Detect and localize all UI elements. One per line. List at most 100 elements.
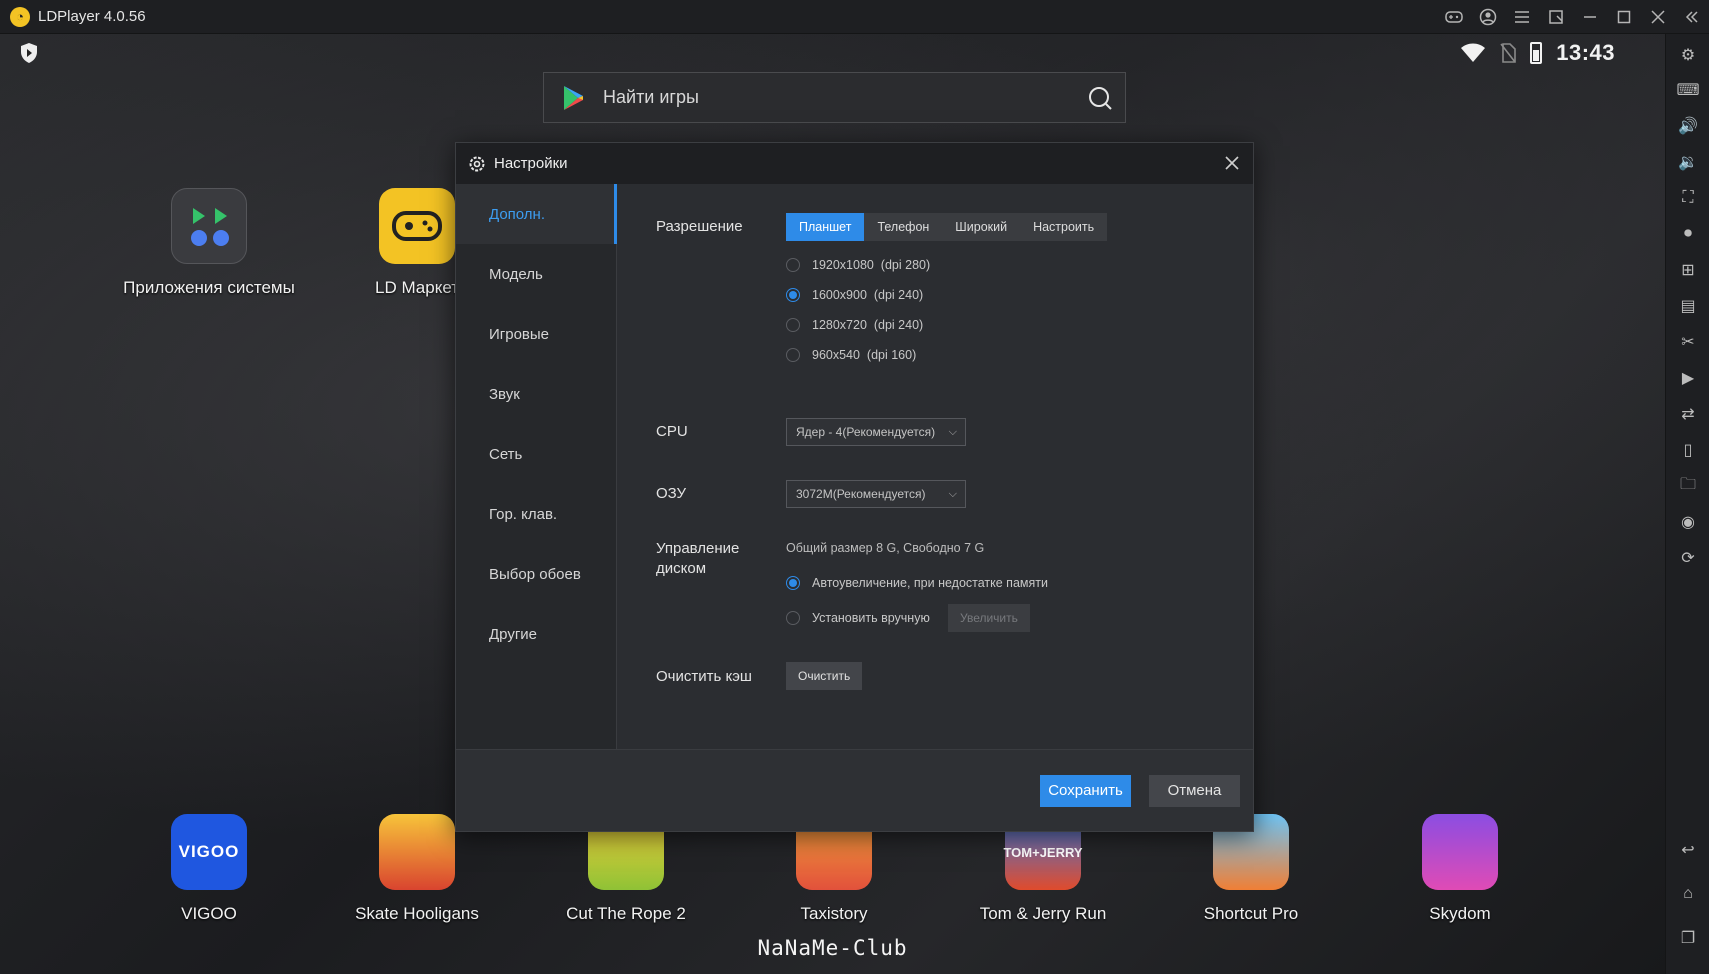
back-icon[interactable]: ↩ (1676, 838, 1700, 862)
radio-button[interactable] (786, 611, 800, 625)
radio-button-selected[interactable] (786, 288, 800, 302)
nav-hotkeys[interactable]: Гор. клав. (456, 484, 616, 544)
resolution-option-label: 960x540 (dpi 160) (812, 348, 917, 362)
nav-game[interactable]: Игровые (456, 304, 616, 364)
gamepad-icon[interactable] (1437, 0, 1471, 34)
volume-up-icon[interactable]: 🔊 (1676, 114, 1700, 138)
settings-dialog: Настройки Дополн. Модель Игровые Звук Се… (455, 142, 1254, 832)
ld-market-icon (379, 188, 455, 264)
sync-icon[interactable]: ⇄ (1676, 402, 1700, 426)
nav-sound[interactable]: Звук (456, 364, 616, 424)
nav-wallpaper[interactable]: Выбор обоев (456, 544, 616, 604)
app-skydom[interactable]: Skydom (1370, 814, 1550, 924)
disk-auto-label: Автоувеличение, при недостатке памяти (812, 576, 1048, 590)
battery-icon (1530, 42, 1543, 64)
cpu-select[interactable]: Ядер - 4(Рекомендуется) ⌵ (786, 418, 966, 446)
disk-label: Управление диском (656, 539, 739, 579)
keyboard-icon[interactable]: ⌨ (1676, 78, 1700, 102)
wifi-icon (1461, 43, 1486, 62)
cancel-button[interactable]: Отмена (1149, 775, 1240, 807)
recent-apps-icon[interactable]: ❐ (1676, 926, 1700, 950)
skate-hooligans-icon (379, 814, 455, 890)
add-multi-icon[interactable]: ⊞ (1676, 258, 1700, 282)
search-placeholder: Найти игры (603, 87, 699, 107)
rotate-icon[interactable]: ⟳ (1676, 546, 1700, 570)
ldplayer-logo-icon: ◔ (10, 6, 30, 27)
app-label: Cut The Rope 2 (566, 904, 686, 923)
settings-icon (469, 156, 485, 171)
app-label: Skydom (1429, 904, 1491, 923)
radio-button-selected[interactable] (786, 576, 800, 590)
disk-info: Общий размер 8 G, Свободно 7 G (786, 541, 985, 555)
ram-select[interactable]: 3072M(Рекомендуется) ⌵ (786, 480, 966, 508)
tab-phone[interactable]: Телефон (864, 213, 942, 241)
watermark-text: NaNaMe-Club (757, 936, 908, 960)
app-vigoo[interactable]: VIGOO VIGOO (119, 814, 299, 924)
ram-select-value: 3072M(Рекомендуется) (796, 487, 926, 501)
dialog-footer: Сохранить Отмена (456, 749, 1253, 831)
close-icon[interactable] (1221, 152, 1243, 174)
settings-nav: Дополн. Модель Игровые Звук Сеть Гор. кл… (456, 184, 617, 749)
close-window-icon[interactable] (1641, 0, 1675, 34)
menu-icon[interactable] (1505, 0, 1539, 34)
disk-manual-option[interactable]: Установить вручную (786, 611, 930, 625)
resolution-option-label: 1600x900 (dpi 240) (812, 288, 924, 302)
nav-other[interactable]: Другие (456, 604, 616, 664)
resolution-option-label: 1920x1080 (dpi 280) (812, 258, 931, 272)
record-icon[interactable]: ⏺ (1676, 222, 1700, 246)
radio-button[interactable] (786, 348, 800, 362)
account-icon[interactable] (1471, 0, 1505, 34)
chevron-down-icon: ⌵ (948, 488, 957, 500)
app-label: VIGOO (181, 904, 237, 923)
fullscreen-icon[interactable]: ⛶ (1676, 186, 1700, 210)
app-label: Taxistory (800, 904, 868, 923)
clear-cache-label: Очистить кэш (656, 668, 752, 685)
tab-custom[interactable]: Настроить (1020, 213, 1107, 241)
resolution-option[interactable]: 960x540 (dpi 160) (786, 348, 916, 362)
disk-manual-label: Установить вручную (812, 611, 930, 625)
nav-model[interactable]: Модель (456, 244, 616, 304)
nav-advanced[interactable]: Дополн. (456, 184, 617, 244)
right-toolbar: ⚙ ⌨ 🔊 🔉 ⛶ ⏺ ⊞ ▤ ✂ ▶ ⇄ ▯ 🗀 ◉ ⟳ ↩ ⌂ ❐ (1665, 34, 1709, 974)
cpu-select-value: Ядер - 4(Рекомендуется) (796, 425, 936, 439)
dialog-title: Настройки (494, 155, 568, 172)
scissors-icon[interactable]: ✂ (1676, 330, 1700, 354)
ram-label: ОЗУ (656, 485, 687, 502)
radio-button[interactable] (786, 258, 800, 272)
volume-down-icon[interactable]: 🔉 (1676, 150, 1700, 174)
location-icon[interactable]: ◉ (1676, 510, 1700, 534)
resolution-option[interactable]: 1280x720 (dpi 240) (786, 318, 923, 332)
folder-icon[interactable]: 🗀 (1676, 474, 1700, 498)
resolution-option[interactable]: 1600x900 (dpi 240) (786, 288, 923, 302)
minimize-icon[interactable] (1573, 0, 1607, 34)
tab-tablet[interactable]: Планшет (786, 213, 865, 241)
video-icon[interactable]: ▶ (1676, 366, 1700, 390)
maximize-icon[interactable] (1607, 0, 1641, 34)
shake-icon[interactable]: ▯ (1676, 438, 1700, 462)
pin-window-icon[interactable] (1539, 0, 1573, 34)
app-system-apps[interactable]: Приложения системы (119, 188, 299, 298)
shield-icon (18, 42, 40, 66)
disk-auto-option[interactable]: Автоувеличение, при недостатке памяти (786, 576, 1048, 590)
save-button[interactable]: Сохранить (1040, 775, 1131, 807)
nav-network[interactable]: Сеть (456, 424, 616, 484)
apk-install-icon[interactable]: ▤ (1676, 294, 1700, 318)
home-icon[interactable]: ⌂ (1676, 882, 1700, 906)
radio-button[interactable] (786, 318, 800, 332)
search-icon[interactable] (1087, 85, 1113, 111)
disk-label-line1: Управление (656, 540, 740, 557)
vigoo-icon: VIGOO (171, 814, 247, 890)
window-title: LDPlayer 4.0.56 (38, 8, 146, 25)
increase-button[interactable]: Увеличить (948, 604, 1030, 632)
game-search-bar[interactable]: Найти игры (543, 72, 1126, 123)
settings-gear-icon[interactable]: ⚙ (1676, 43, 1700, 67)
dialog-header: Настройки (456, 143, 1253, 184)
app-label: Приложения системы (123, 278, 295, 297)
collapse-sidebar-icon[interactable] (1675, 0, 1709, 34)
clear-cache-button[interactable]: Очистить (786, 662, 863, 690)
tab-wide[interactable]: Широкий (942, 213, 1020, 241)
resolution-option[interactable]: 1920x1080 (dpi 280) (786, 258, 930, 272)
status-clock: 13:43 (1556, 40, 1615, 65)
no-sim-icon (1500, 43, 1517, 63)
skydom-icon (1422, 814, 1498, 890)
